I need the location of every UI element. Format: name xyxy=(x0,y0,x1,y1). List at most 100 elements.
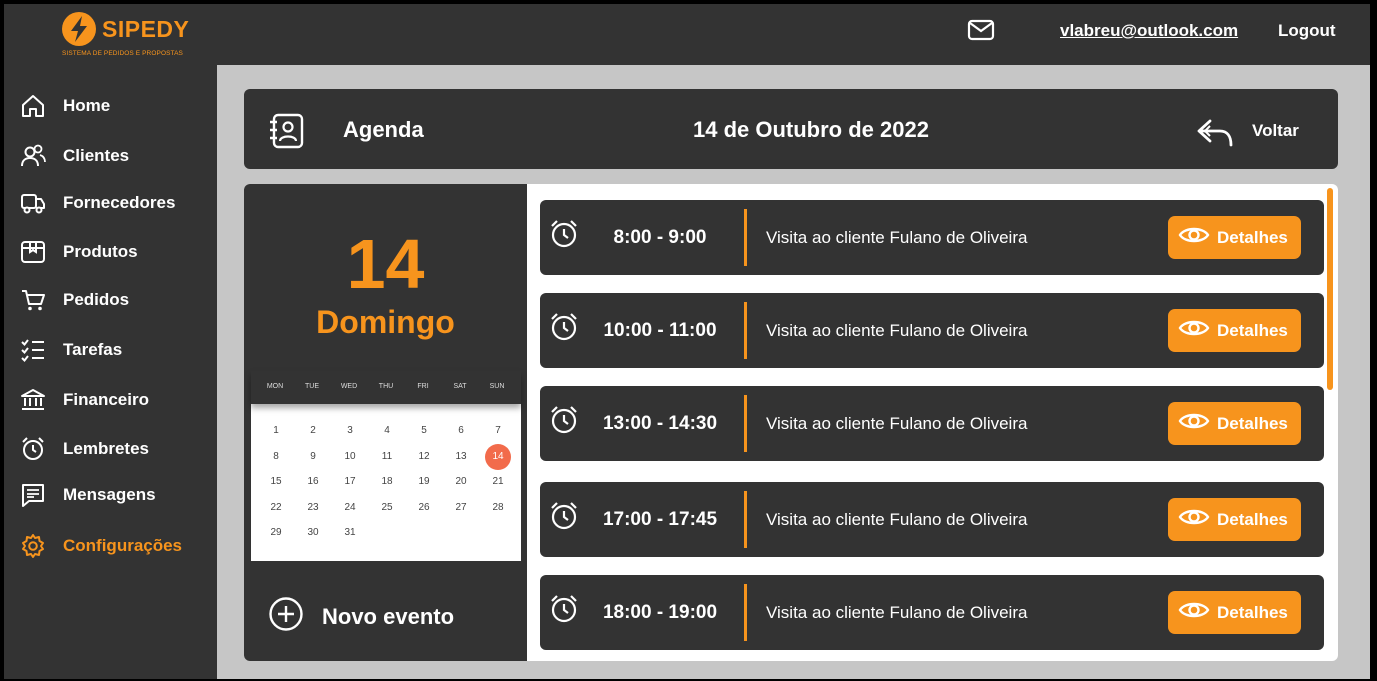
event-time: 17:00 - 17:45 xyxy=(602,509,718,530)
brand-name: SIPEDY xyxy=(102,16,190,42)
divider xyxy=(744,584,747,641)
event-row: 17:00 - 17:45 Visita ao cliente Fulano de… xyxy=(540,482,1324,557)
event-row: 13:00 - 14:30 Visita ao cliente Fulano de… xyxy=(540,386,1324,461)
sidebar-item-configuracoes[interactable]: Configurações xyxy=(19,531,214,561)
calendar-day[interactable]: 10 xyxy=(337,444,363,470)
event-description: Visita ao cliente Fulano de Oliveira xyxy=(766,414,1028,433)
event-description: Visita ao cliente Fulano de Oliveira xyxy=(766,603,1028,622)
mail-icon[interactable] xyxy=(967,18,995,42)
divider xyxy=(744,209,747,266)
event-time: 13:00 - 14:30 xyxy=(602,413,718,434)
calendar-day[interactable]: 31 xyxy=(337,520,363,546)
calendar-day[interactable]: 1 xyxy=(263,418,289,444)
details-button[interactable]: Detalhes xyxy=(1168,309,1301,352)
sidebar-item-label: Configurações xyxy=(63,536,183,555)
calendar-day[interactable]: 20 xyxy=(448,469,474,495)
reply-arrow-icon[interactable] xyxy=(1196,117,1234,154)
calendar-day[interactable]: 7 xyxy=(485,418,511,444)
calendar-day[interactable]: 28 xyxy=(485,495,511,521)
sidebar-item-lembretes[interactable]: Lembretes xyxy=(19,434,214,464)
sidebar-item-clientes[interactable]: Clientes xyxy=(19,141,214,171)
checklist-icon xyxy=(19,336,47,364)
top-bar: SIPEDY SISTEMA DE PEDIDOS E PROPOSTAS vl… xyxy=(4,4,1370,65)
sidebar-item-mensagens[interactable]: Mensagens xyxy=(19,480,214,510)
selected-weekday: Domingo xyxy=(316,304,455,340)
calendar-day[interactable]: 15 xyxy=(263,469,289,495)
calendar-day[interactable]: 4 xyxy=(374,418,400,444)
weekday-label: FRI xyxy=(417,383,429,390)
alarm-icon xyxy=(548,404,580,441)
calendar-day[interactable]: 12 xyxy=(411,444,437,470)
sidebar-item-produtos[interactable]: Produtos xyxy=(19,237,214,267)
calendar-day[interactable]: 14 xyxy=(485,444,511,470)
calendar-weekday-header: MON TUE WED THU FRI SAT SUN xyxy=(251,371,521,404)
details-button[interactable]: Detalhes xyxy=(1168,216,1301,259)
event-time: 18:00 - 19:00 xyxy=(602,602,718,623)
eye-icon xyxy=(1178,317,1210,344)
weekday-label: MON xyxy=(266,383,284,390)
calendar-day[interactable]: 21 xyxy=(485,469,511,495)
calendar-day[interactable]: 18 xyxy=(374,469,400,495)
details-button[interactable]: Detalhes xyxy=(1168,402,1301,445)
details-label: Detalhes xyxy=(1217,320,1288,340)
calendar-day[interactable]: 19 xyxy=(411,469,437,495)
alarm-icon xyxy=(548,593,580,630)
calendar-day[interactable]: 30 xyxy=(300,520,326,546)
calendar-day[interactable]: 13 xyxy=(448,444,474,470)
sidebar-item-financeiro[interactable]: Financeiro xyxy=(19,385,214,415)
weekday-label: TUE xyxy=(305,383,319,390)
user-email-link[interactable]: vlabreu@outlook.com xyxy=(1060,21,1238,41)
bolt-icon xyxy=(62,12,96,46)
alarm-icon xyxy=(19,435,47,463)
calendar-day[interactable]: 29 xyxy=(263,520,289,546)
new-event-button[interactable]: Novo evento xyxy=(268,596,454,637)
calendar-day[interactable]: 11 xyxy=(374,444,400,470)
calendar-day[interactable]: 27 xyxy=(448,495,474,521)
sidebar-item-tarefas[interactable]: Tarefas xyxy=(19,335,214,365)
agenda-header: Agenda 14 de Outubro de 2022 Voltar xyxy=(244,89,1338,169)
calendar-day[interactable]: 9 xyxy=(300,444,326,470)
weekday-label: THU xyxy=(378,383,394,390)
sidebar-item-home[interactable]: Home xyxy=(19,91,214,121)
calendar-day[interactable]: 3 xyxy=(337,418,363,444)
agenda-content: 14 Domingo MON TUE WED THU FRI SAT SUN 1… xyxy=(244,184,1338,661)
details-label: Detalhes xyxy=(1217,509,1288,529)
calendar-day[interactable]: 26 xyxy=(411,495,437,521)
calendar-day[interactable]: 22 xyxy=(263,495,289,521)
sidebar-item-label: Lembretes xyxy=(63,439,149,458)
calendar-day[interactable]: 24 xyxy=(337,495,363,521)
sidebar-item-pedidos[interactable]: Pedidos xyxy=(19,285,214,315)
back-button[interactable]: Voltar xyxy=(1252,121,1299,141)
eye-icon xyxy=(1178,410,1210,437)
details-button[interactable]: Detalhes xyxy=(1168,591,1301,634)
new-event-label: Novo evento xyxy=(322,603,455,629)
logout-button[interactable]: Logout xyxy=(1278,21,1336,41)
event-description: Visita ao cliente Fulano de Oliveira xyxy=(766,321,1028,340)
sidebar-item-fornecedores[interactable]: Fornecedores xyxy=(19,188,214,218)
calendar-day[interactable]: 8 xyxy=(263,444,289,470)
event-row: 8:00 - 9:00 Visita ao cliente Fulano de O… xyxy=(540,200,1324,275)
calendar-day[interactable]: 5 xyxy=(411,418,437,444)
logo[interactable]: SIPEDY SISTEMA DE PEDIDOS E PROPOSTAS xyxy=(62,12,192,60)
sidebar-item-label: Pedidos xyxy=(63,290,130,309)
calendar-day[interactable]: 17 xyxy=(337,469,363,495)
mini-calendar: MON TUE WED THU FRI SAT SUN 1 2 3 4 5 6 7 8 9 10 1… xyxy=(251,371,521,561)
sidebar-item-label: Tarefas xyxy=(63,340,123,359)
selected-day-number: 14 xyxy=(346,225,425,303)
alarm-icon xyxy=(548,500,580,537)
sidebar-item-label: Home xyxy=(63,96,111,115)
calendar-day[interactable]: 23 xyxy=(300,495,326,521)
scrollbar[interactable] xyxy=(1327,188,1333,390)
app-window: SIPEDY SISTEMA DE PEDIDOS E PROPOSTAS vl… xyxy=(4,4,1370,679)
weekday-label: WED xyxy=(340,383,358,390)
calendar-day[interactable]: 2 xyxy=(300,418,326,444)
users-icon xyxy=(19,142,47,170)
sidebar-item-label: Mensagens xyxy=(63,485,156,504)
calendar-day[interactable]: 16 xyxy=(300,469,326,495)
details-label: Detalhes xyxy=(1217,413,1288,433)
calendar-day[interactable]: 25 xyxy=(374,495,400,521)
divider xyxy=(744,491,747,548)
day-panel: 14 Domingo MON TUE WED THU FRI SAT SUN 1… xyxy=(244,184,527,661)
calendar-day[interactable]: 6 xyxy=(448,418,474,444)
details-button[interactable]: Detalhes xyxy=(1168,498,1301,541)
